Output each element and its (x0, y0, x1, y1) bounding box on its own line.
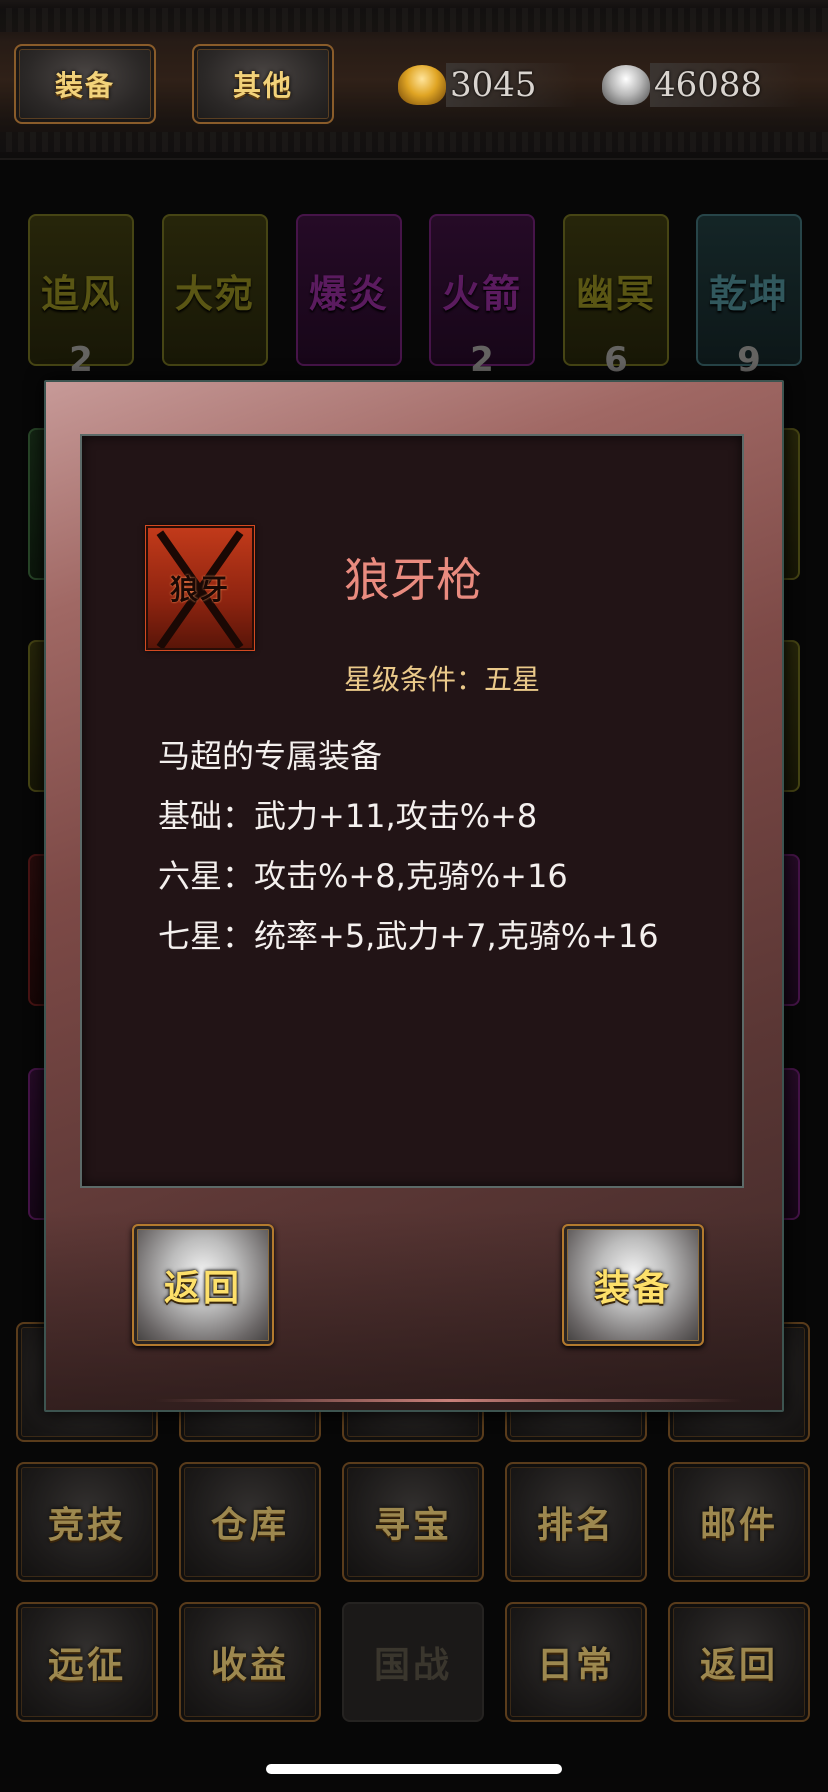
silver-currency: 46088 (602, 62, 803, 108)
silver-value: 46088 (650, 63, 803, 107)
description-line: 基础：武力+11,攻击%+8 (158, 797, 538, 835)
item-description: 马超的专属装备 基础：武力+11,攻击%+8 六星：攻击%+8,克骑%+16 七… (158, 726, 659, 966)
item-detail-panel: 狼牙 狼牙枪 星级条件：五星 马超的专属装备 基础：武力+11,攻击%+8 六星… (80, 434, 744, 1188)
tab-equip-button[interactable]: 装备 (14, 44, 156, 124)
item-name: 狼牙枪 (344, 553, 482, 607)
gold-value: 3045 (446, 63, 577, 107)
description-line: 七星：统率+5,武力+7,克骑%+16 (158, 917, 659, 955)
item-icon-text: 狼牙 (169, 573, 230, 606)
back-button[interactable]: 返回 (132, 1224, 274, 1346)
spear-item-icon: 狼牙 (146, 526, 254, 650)
equip-button[interactable]: 装备 (562, 1224, 704, 1346)
silver-ingot-icon (602, 65, 650, 105)
description-line: 六星：攻击%+8,克骑%+16 (158, 857, 568, 895)
item-detail-modal: 狼牙 狼牙枪 星级条件：五星 马超的专属装备 基础：武力+11,攻击%+8 六星… (44, 380, 784, 1412)
gold-currency: 3045 (398, 62, 577, 108)
description-line: 马超的专属装备 (158, 737, 383, 775)
gold-ingot-icon (398, 65, 446, 105)
star-condition: 星级条件：五星 (344, 663, 541, 696)
home-indicator[interactable] (266, 1764, 562, 1774)
tab-other-button[interactable]: 其他 (192, 44, 334, 124)
